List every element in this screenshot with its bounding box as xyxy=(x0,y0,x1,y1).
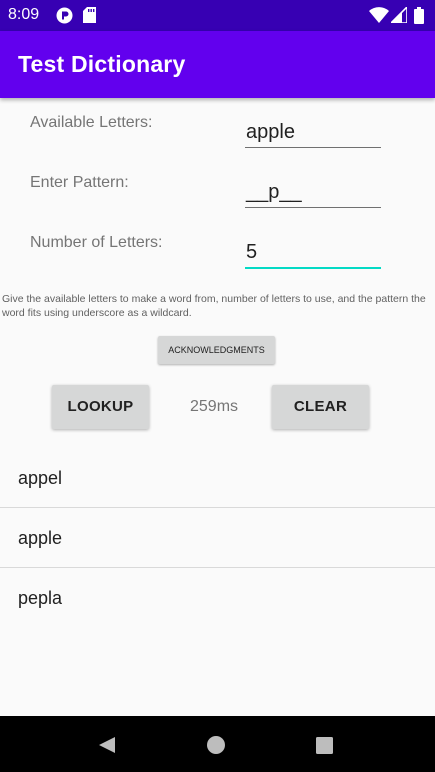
lookup-button[interactable]: LOOKUP xyxy=(52,385,149,429)
media-icon xyxy=(56,7,73,29)
list-item-text: apple xyxy=(18,528,63,548)
num-letters-value: 5 xyxy=(246,241,258,263)
num-letters-input[interactable]: 5 xyxy=(245,237,381,269)
list-item[interactable]: appel xyxy=(0,448,435,508)
battery-icon xyxy=(414,7,424,29)
available-letters-input[interactable]: apple xyxy=(245,117,381,148)
list-item-text: appel xyxy=(18,468,63,488)
clear-button[interactable]: CLEAR xyxy=(272,385,369,429)
available-letters-label: Available Letters: xyxy=(30,114,153,131)
status-time: 8:09 xyxy=(8,6,40,23)
home-icon[interactable] xyxy=(207,736,225,759)
pattern-value: __p__ xyxy=(246,181,302,203)
app-title: Test Dictionary xyxy=(18,51,186,77)
navigation-bar xyxy=(0,716,435,772)
lookup-timing: 259ms xyxy=(190,398,239,415)
signal-icon xyxy=(389,5,408,28)
list-item[interactable]: apple xyxy=(0,508,435,568)
acknowledgments-button[interactable]: ACKNOWLEDGMENTS xyxy=(158,336,275,364)
status-bar: 8:09 xyxy=(0,0,435,31)
back-icon[interactable] xyxy=(98,736,116,759)
help-text: Give the available letters to make a wor… xyxy=(2,293,426,319)
results-list: appel apple pepla xyxy=(0,448,435,627)
pattern-label: Enter Pattern: xyxy=(30,174,129,191)
wifi-icon xyxy=(369,7,389,28)
num-letters-label: Number of Letters: xyxy=(30,234,163,251)
sd-card-icon xyxy=(83,7,96,28)
app-bar: Test Dictionary xyxy=(0,31,435,98)
pattern-input[interactable]: __p__ xyxy=(245,177,381,208)
list-item[interactable]: pepla xyxy=(0,568,435,627)
list-item-text: pepla xyxy=(18,588,63,608)
available-letters-value: apple xyxy=(246,121,295,143)
recents-icon[interactable] xyxy=(316,737,333,759)
